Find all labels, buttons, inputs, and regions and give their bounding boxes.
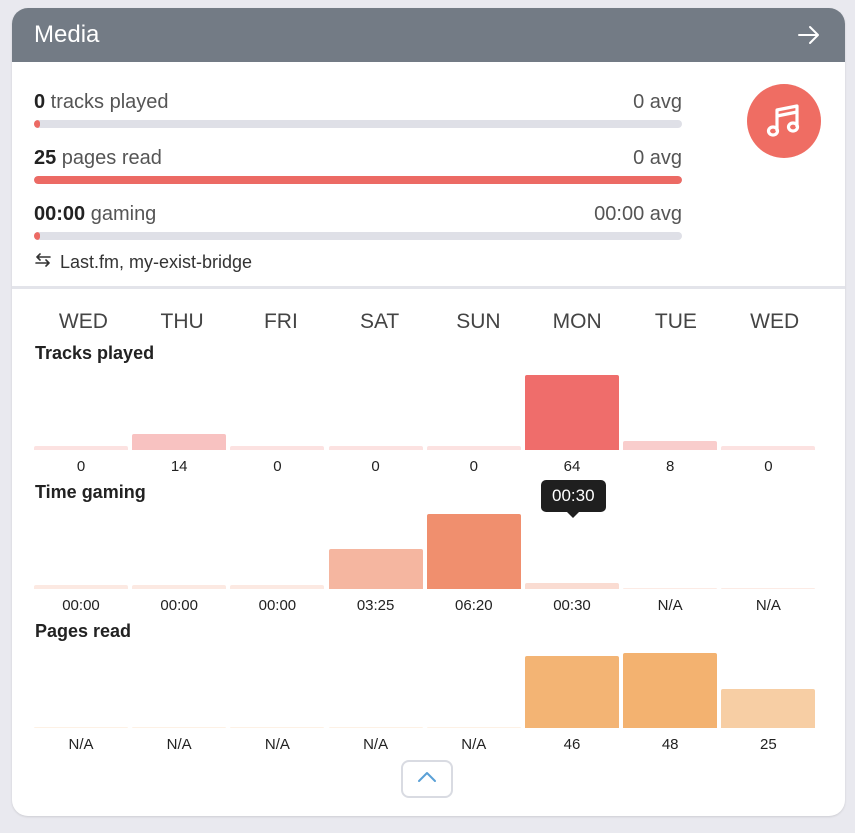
chart-bar[interactable] [426, 514, 521, 589]
summary-panel: 0 tracks played 0 avg 25 pages read 0 av… [12, 62, 845, 289]
chart-bar[interactable] [230, 585, 325, 589]
chart-bar[interactable] [34, 727, 128, 728]
chart-value-label: 03:25 [356, 597, 395, 614]
music-note-icon [747, 84, 821, 158]
collapse-button[interactable] [401, 760, 453, 798]
chart-value-label: N/A [755, 597, 781, 614]
chart-bar[interactable] [721, 588, 816, 589]
stat-value: 0 [34, 91, 46, 113]
day-header-row: WED THU FRI SAT SUN MON TUE WED [34, 310, 824, 334]
chart-value-label: N/A [68, 736, 94, 753]
chart-value-label: 00:00 [258, 597, 297, 614]
sources-text: Last.fm, my-exist-bridge [60, 252, 253, 272]
stat-tracks-played: 0 tracks played 0 avg [34, 90, 682, 128]
stat-value: 25 [34, 147, 57, 169]
chart-bar[interactable] [623, 653, 718, 728]
stat-label: gaming [85, 203, 157, 225]
section-title-tracks: Tracks played [35, 343, 155, 363]
chart-bar[interactable] [328, 446, 423, 450]
progress-bar [34, 120, 682, 128]
chart-bar[interactable] [34, 585, 128, 589]
tooltip: 00:30 [541, 480, 606, 518]
section-title-gaming: Time gaming [35, 482, 146, 502]
chart-bar[interactable] [230, 727, 325, 728]
stat-avg: 00:00 avg [594, 203, 682, 225]
chart-bar[interactable] [328, 548, 423, 589]
chart-value-label: N/A [264, 736, 290, 753]
day-label: SAT [359, 310, 400, 333]
sync-arrows-icon [34, 252, 52, 273]
day-label: MON [552, 310, 602, 333]
chart-value-label: N/A [461, 736, 487, 753]
chart-value-label: 48 [661, 736, 679, 753]
day-label: WED [750, 310, 800, 333]
day-label: WED [58, 310, 108, 333]
media-card: Media 0 tracks played 0 avg 25 pages rea… [12, 8, 845, 816]
chart-bar[interactable] [623, 440, 718, 450]
chart-bar[interactable] [328, 727, 423, 728]
section-title-pages: Pages read [35, 621, 132, 641]
chart-value-label: 0 [371, 458, 380, 475]
day-label: FRI [263, 310, 298, 333]
stat-pages-read: 25 pages read 0 avg [34, 146, 682, 184]
chart-bar[interactable] [623, 588, 718, 589]
chart-bar[interactable] [721, 446, 816, 450]
progress-bar [34, 232, 682, 240]
stat-avg: 0 avg [633, 91, 682, 113]
chart-time-gaming: 00:00 00:00 00:00 03:25 06:20 00:30 N/A N/A [34, 502, 824, 622]
chart-bar[interactable] [525, 375, 619, 450]
stat-gaming: 00:00 gaming 00:00 avg [34, 202, 682, 240]
day-label: SUN [456, 310, 501, 333]
card-header: Media [12, 8, 845, 62]
chart-bar[interactable] [34, 446, 128, 450]
chart-tracks-played: 0 14 0 0 0 64 8 0 [34, 363, 824, 483]
chart-value-label: 00:00 [160, 597, 198, 614]
chart-value-label: 0 [273, 458, 282, 475]
stat-avg: 0 avg [633, 147, 682, 169]
chart-value-label: 06:20 [455, 597, 493, 614]
progress-fill [34, 120, 41, 128]
chart-value-label: 14 [170, 458, 188, 475]
chart-value-label: 25 [760, 736, 777, 753]
chart-pages-read: N/A N/A N/A N/A N/A 46 48 25 [34, 641, 824, 761]
chart-value-label: 00:00 [62, 597, 100, 614]
chart-bar[interactable] [132, 585, 227, 589]
chart-bar[interactable] [525, 583, 619, 589]
card-title: Media [34, 21, 100, 48]
chart-bar[interactable] [426, 727, 521, 728]
progress-bar [34, 176, 682, 184]
progress-fill [34, 232, 41, 240]
chart-value-label: N/A [657, 597, 683, 614]
day-label: THU [160, 310, 204, 333]
chart-value-label: 0 [764, 458, 773, 475]
chart-bar[interactable] [721, 688, 816, 728]
stat-label: pages read [56, 147, 162, 169]
chart-bar[interactable] [230, 446, 325, 450]
chart-value-label: N/A [363, 736, 389, 753]
chart-value-label: 8 [666, 458, 675, 475]
stat-label: tracks played [45, 91, 169, 113]
chart-value-label: 0 [76, 458, 86, 475]
chart-bar[interactable] [132, 433, 227, 450]
chart-bar[interactable] [525, 656, 619, 728]
progress-fill [34, 176, 682, 184]
arrow-right-icon[interactable] [795, 21, 823, 49]
chart-value-label: 0 [469, 458, 478, 475]
chart-value-label: 64 [563, 458, 581, 475]
chart-value-label: 00:30 [553, 597, 591, 614]
day-label: TUE [654, 310, 697, 333]
stat-value: 00:00 [34, 203, 86, 225]
chevron-up-icon [416, 770, 438, 789]
sources-line: Last.fm, my-exist-bridge [34, 252, 252, 273]
chart-bar[interactable] [132, 727, 227, 728]
chart-bar[interactable] [426, 446, 521, 450]
chart-value-label: 46 [563, 736, 581, 753]
chart-value-label: N/A [166, 736, 192, 753]
